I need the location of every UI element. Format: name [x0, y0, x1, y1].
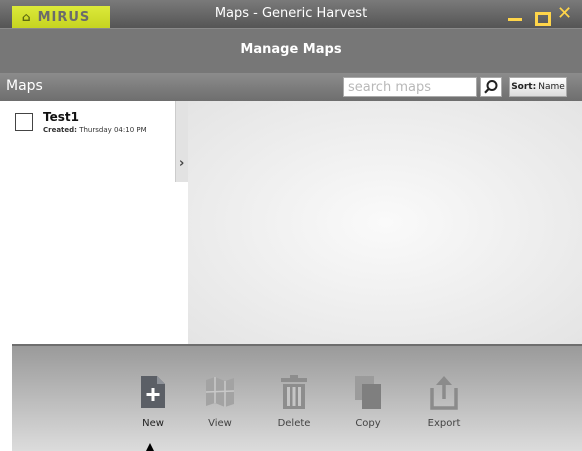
- app-window: ⌂ MIRUS Maps - Generic Harvest ✕ Manage …: [0, 0, 582, 451]
- search-icon: [484, 80, 498, 94]
- view-label: View: [208, 418, 232, 429]
- search-button[interactable]: [480, 77, 502, 97]
- copy-icon: [355, 376, 381, 409]
- delete-button[interactable]: Delete: [264, 374, 324, 429]
- map-preview-pane: [188, 101, 582, 344]
- chevron-right-icon: ›: [179, 156, 185, 171]
- page-header: Manage Maps: [0, 28, 582, 73]
- search-input[interactable]: [343, 77, 477, 97]
- map-checkbox[interactable]: [15, 113, 33, 131]
- maps-toolbar: Maps Sort: Name: [0, 73, 582, 101]
- window-title: Maps - Generic Harvest: [214, 6, 368, 21]
- maps-list: Test1 Created: Thursday 04:10 PM: [12, 101, 175, 344]
- map-icon: [205, 377, 235, 407]
- trash-icon: [281, 375, 307, 409]
- created-label: Created:: [43, 126, 77, 134]
- export-button[interactable]: Export: [414, 374, 474, 429]
- page-title: Manage Maps: [240, 42, 342, 57]
- new-button[interactable]: New: [123, 374, 183, 429]
- mouse-cursor-icon: [146, 443, 154, 451]
- action-bar: New View Delete Copy Export: [12, 344, 582, 451]
- title-bar: ⌂ MIRUS Maps - Generic Harvest ✕: [0, 0, 582, 29]
- new-document-icon: [141, 376, 165, 408]
- sort-label: Sort:: [511, 82, 537, 92]
- close-icon[interactable]: ✕: [557, 3, 572, 24]
- map-name: Test1: [43, 110, 79, 124]
- section-title: Maps: [6, 78, 43, 94]
- view-button[interactable]: View: [190, 374, 250, 429]
- export-label: Export: [427, 418, 461, 429]
- expand-panel-button[interactable]: ›: [175, 101, 188, 182]
- sort-button[interactable]: Sort: Name: [509, 77, 567, 97]
- list-item[interactable]: Test1 Created: Thursday 04:10 PM: [12, 109, 175, 149]
- copy-label: Copy: [355, 418, 381, 429]
- export-icon: [430, 376, 458, 410]
- created-value: Thursday 04:10 PM: [79, 126, 147, 134]
- copy-button[interactable]: Copy: [338, 374, 398, 429]
- new-label: New: [142, 418, 164, 429]
- minimize-icon[interactable]: [508, 18, 522, 21]
- maximize-icon[interactable]: [535, 12, 551, 26]
- map-created: Created: Thursday 04:10 PM: [43, 126, 147, 134]
- sort-value: Name: [538, 82, 565, 92]
- delete-label: Delete: [277, 418, 311, 429]
